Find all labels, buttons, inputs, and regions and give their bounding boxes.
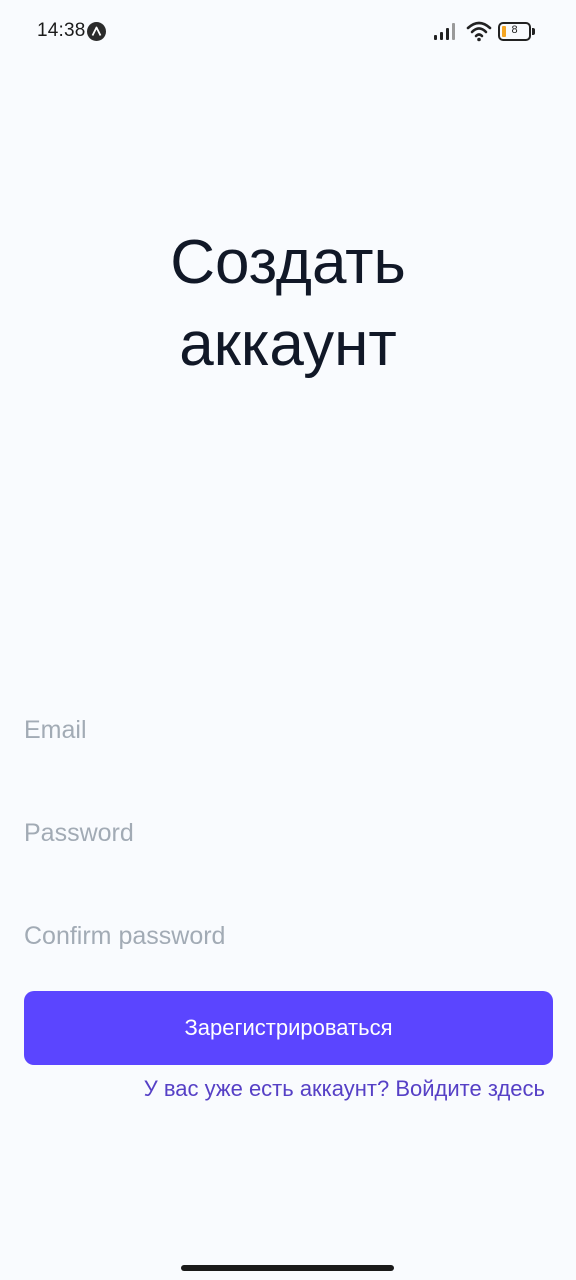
confirm-password-field[interactable] (24, 908, 552, 964)
register-button[interactable]: Зарегистрироваться (24, 991, 553, 1065)
password-field[interactable] (24, 805, 552, 861)
signal-icon (434, 23, 455, 40)
app-notification-icon (87, 22, 106, 41)
battery-cap (532, 28, 535, 35)
status-time: 14:38 (37, 20, 86, 41)
page-title: Создать аккаунт (170, 228, 406, 379)
wifi-icon (466, 21, 492, 42)
home-indicator[interactable] (181, 1265, 394, 1271)
battery-icon: 8 (498, 22, 536, 41)
status-bar: 14:38 8 (0, 0, 576, 64)
email-field[interactable] (24, 702, 552, 758)
battery-level: 8 (511, 24, 518, 36)
sign-up-screen: 14:38 8 Создать аккаунт Email Зарегистри… (0, 0, 576, 1280)
login-link[interactable]: У вас уже есть аккаунт? Войдите здесь (144, 1076, 545, 1102)
